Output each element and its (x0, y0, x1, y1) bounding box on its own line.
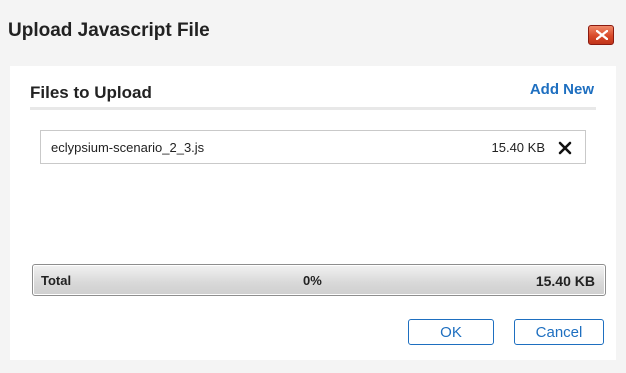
section-divider (30, 107, 596, 110)
upload-dialog: Upload Javascript File Files to Upload A… (0, 0, 626, 373)
total-percent: 0% (303, 273, 322, 288)
dialog-title: Upload Javascript File (8, 20, 210, 41)
file-name: eclypsium-scenario_2_3.js (51, 140, 205, 155)
close-button[interactable] (588, 25, 614, 45)
total-label: Total (41, 273, 72, 288)
x-icon (558, 141, 572, 155)
total-size: 15.40 KB (535, 273, 595, 289)
files-section-title: Files to Upload (30, 83, 152, 102)
upload-panel: Files to Upload Add New eclypsium-scenar… (10, 66, 616, 360)
total-progress-bar: Total 0% 15.40 KB (32, 264, 606, 296)
add-new-link[interactable]: Add New (530, 81, 594, 98)
remove-file-button[interactable] (557, 140, 573, 156)
cancel-button[interactable]: Cancel (514, 319, 604, 345)
ok-button[interactable]: OK (408, 319, 494, 345)
file-size: 15.40 KB (491, 140, 546, 155)
close-icon (596, 30, 608, 40)
dialog-title-bar: Upload Javascript File (0, 0, 626, 66)
file-row: eclypsium-scenario_2_3.js 15.40 KB (40, 130, 586, 164)
